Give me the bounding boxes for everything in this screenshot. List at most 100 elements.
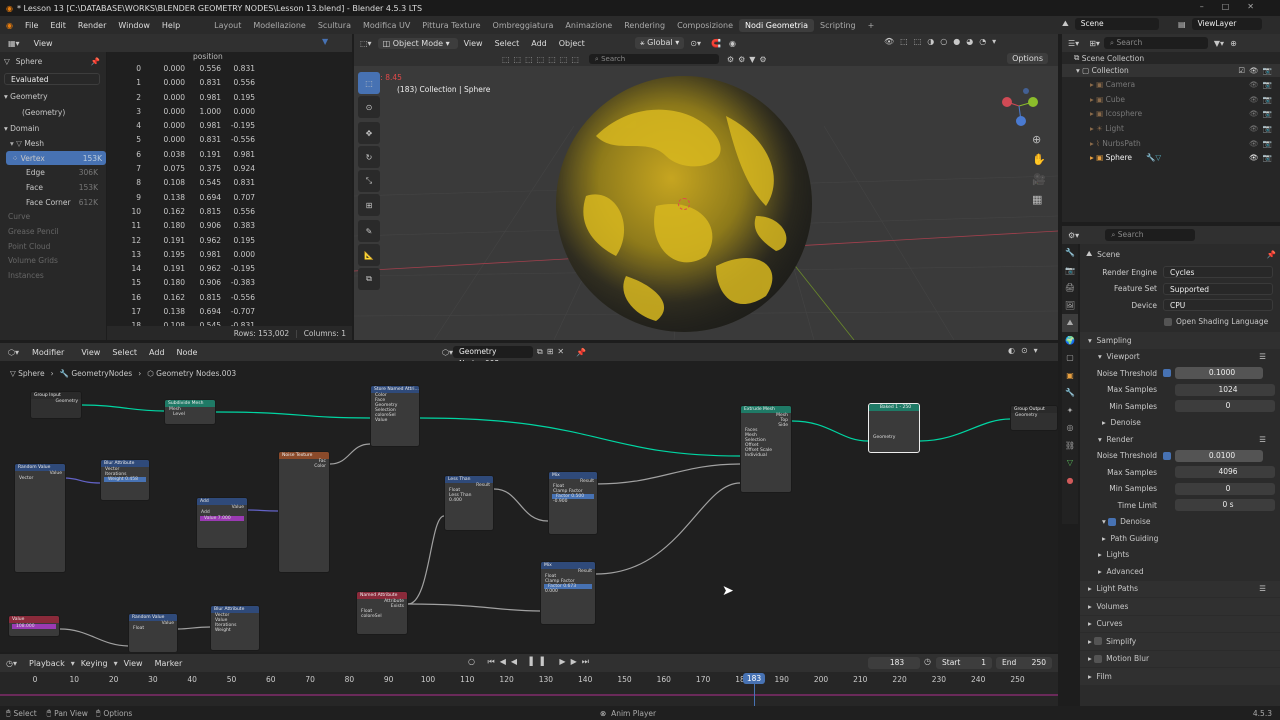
domain-vertex[interactable]: ⁘ Vertex 153K (6, 150, 106, 166)
node-view-menu[interactable]: View (75, 348, 106, 357)
noise-threshold-checkbox[interactable] (1163, 451, 1171, 460)
playback-controls[interactable]: ○ ⏮◀◀ ▌▌ ▶▶⏭ (468, 657, 594, 667)
add-cube-tool-icon[interactable]: ⧉ (358, 268, 380, 290)
viewport-select-menu[interactable]: Select (489, 39, 526, 48)
visibility-icons[interactable]: 👁📷 (1249, 124, 1276, 133)
viewport-view-menu[interactable]: View (458, 39, 489, 48)
viewport-shading-buttons[interactable]: 👁⬚⬚◑○●◕◔▾ (884, 37, 1002, 46)
node-group-input[interactable]: Group Input Geometry (30, 391, 82, 419)
overlay-icons[interactable]: ◐⊙▾ (1008, 346, 1044, 355)
motion-blur-panel[interactable]: ▸ Motion Blur (1080, 650, 1280, 667)
timeline-editor-icon[interactable]: ◷▾ (0, 659, 23, 668)
cursor-tool-icon[interactable]: ⊙ (358, 96, 380, 118)
scene-selector[interactable]: ⛰ Scene (1062, 18, 1159, 30)
node-canvas[interactable]: ▽ Sphere › 🔧 GeometryNodes › ⬡ Geometry No… (0, 361, 1058, 652)
preset-icon[interactable]: ☰ (1259, 435, 1266, 444)
playhead-frame-label[interactable]: 183 (743, 673, 765, 684)
osl-checkbox[interactable]: Open Shading Language (1080, 314, 1280, 331)
time-limit-field[interactable]: 0 s (1175, 499, 1275, 512)
node-noise-texture[interactable]: Noise Texture Fac Color (278, 451, 330, 573)
tab-rendering[interactable]: Rendering (618, 19, 671, 32)
close-circle-icon[interactable]: ⊗ (600, 709, 606, 718)
timeline-view-menu[interactable]: View (118, 659, 149, 668)
viewport-subpanel-header[interactable]: ▾ Viewport ☰ (1080, 349, 1280, 366)
motion-blur-checkbox[interactable] (1094, 654, 1103, 663)
outliner-item-icosphere[interactable]: ▸ ▣ Icosphere 👁📷 (1062, 106, 1280, 121)
node-bake[interactable]: Baked 1 - 250 Geometry (868, 403, 920, 453)
visibility-icons[interactable]: 👁📷 (1249, 80, 1276, 89)
tab-scripting[interactable]: Scripting (814, 19, 862, 32)
spreadsheet-view-menu[interactable]: View (28, 39, 59, 48)
new-collection-icon[interactable]: ⊕ (1230, 39, 1237, 48)
r-denoise-subpanel[interactable]: ▾ Denoise (1080, 514, 1280, 531)
outliner-editor-icon[interactable]: ☰▾ (1062, 39, 1085, 48)
vp-min-samples-field[interactable]: 0 (1175, 400, 1275, 413)
node-add-menu[interactable]: Add (143, 348, 171, 357)
perspective-grid-icon[interactable]: ▦ (1032, 190, 1046, 210)
marker-menu[interactable]: Marker (149, 659, 189, 668)
path-guiding-subpanel[interactable]: ▸ Path Guiding (1080, 530, 1280, 547)
visibility-icons[interactable]: 👁📷 (1249, 153, 1276, 162)
object-mode-dropdown[interactable]: ◫ Object Mode ▾ (377, 37, 458, 49)
pivot-icon[interactable]: ⊙▾ (684, 39, 707, 48)
measure-tool-icon[interactable]: 📐 (358, 244, 380, 266)
node-less-than[interactable]: Less Than Result Float Less Than 0.400 (444, 475, 494, 531)
node-group-output[interactable]: Group Output Geometry (1010, 405, 1058, 431)
tab-geometry-nodes[interactable]: Nodi Geometria (739, 18, 815, 32)
selection-mode-icons[interactable]: ⬚⬚⬚⬚⬚⬚⬚ (354, 55, 583, 64)
r-noise-threshold-field[interactable]: 0.0100 (1175, 449, 1263, 462)
anim-player-status[interactable]: ⊗ Anim Player (600, 709, 656, 718)
tab-modeling[interactable]: Modellazione (247, 19, 311, 32)
node-named-attribute[interactable]: Named Attribute Attribute Exists Float color… (356, 591, 408, 635)
visibility-icons[interactable]: 👁📷 (1249, 109, 1276, 118)
menu-help[interactable]: Help (156, 21, 186, 30)
particles-tab-icon[interactable]: ✦ (1062, 402, 1078, 420)
node-random-value[interactable]: Random Value Value Vector (14, 463, 66, 573)
vp-max-samples-field[interactable]: 1024 (1175, 383, 1275, 396)
volumes-panel[interactable]: ▸ Volumes (1080, 598, 1280, 615)
hand-pan-icon[interactable]: ✋ (1032, 150, 1046, 170)
vp-denoise-subpanel[interactable]: ▸ Denoise (1080, 415, 1280, 432)
outliner-filter-icon[interactable]: ▼▾ (1208, 39, 1230, 48)
physics-tab-icon[interactable]: ◎ (1062, 419, 1078, 437)
geometry-item[interactable]: (Geometry) (0, 103, 106, 121)
menu-window[interactable]: Window (112, 21, 156, 30)
viewport-object-menu[interactable]: Object (553, 39, 591, 48)
viewport-filter-icons[interactable]: ⚙⚙▼⚙ (727, 55, 771, 64)
geometry-section[interactable]: ▾ Geometry (0, 89, 106, 104)
domain-face[interactable]: Face 153K (0, 180, 106, 195)
menu-edit[interactable]: Edit (44, 21, 72, 30)
domain-volume-grids[interactable]: Volume Grids (0, 254, 106, 269)
film-panel[interactable]: ▸ Film (1080, 668, 1280, 685)
tab-texture-paint[interactable]: Pittura Texture (416, 19, 486, 32)
preset-icon[interactable]: ☰ (1259, 584, 1266, 593)
mesh-item[interactable]: ▾ ▽ Mesh (0, 136, 106, 151)
outliner-item-light[interactable]: ▸ ☀ Light 👁📷 (1062, 121, 1280, 136)
proportional-edit-icon[interactable]: ◉ (725, 39, 740, 48)
render-tab-icon[interactable]: 📷 (1062, 262, 1078, 280)
select-box-tool-icon[interactable]: ⬚ (358, 72, 380, 94)
blender-menu-icon[interactable]: ◉ (0, 21, 19, 30)
r-min-samples-field[interactable]: 0 (1175, 482, 1275, 495)
pin-icon[interactable]: 📌 (91, 57, 100, 66)
outliner-item-nurbspath[interactable]: ▸ ⌇ NurbsPath 👁📷 (1062, 136, 1280, 151)
viewport-editor-icon[interactable]: ⬚▾ (354, 39, 378, 48)
curves-panel[interactable]: ▸ Curves (1080, 615, 1280, 632)
node-blur-attribute-2[interactable]: Blur Attribute Vector Value Iterations Weigh… (210, 605, 260, 651)
menu-render[interactable]: Render (72, 21, 112, 30)
pin-icon[interactable]: 📌 (576, 348, 586, 357)
properties-search-input[interactable]: ⌕ Search (1105, 229, 1196, 241)
viewport-add-menu[interactable]: Add (525, 39, 553, 48)
domain-instances[interactable]: Instances (0, 268, 106, 283)
window-controls[interactable]: –□✕ (1200, 2, 1272, 11)
editor-type-icon[interactable]: ▦▾ (0, 39, 28, 48)
node-editor-type-icon[interactable]: ⬡▾ (0, 348, 27, 357)
tab-shading[interactable]: Ombreggiatura (487, 19, 560, 32)
vp-noise-threshold-field[interactable]: 0.1000 (1175, 367, 1263, 380)
tab-layout[interactable]: Layout (208, 19, 247, 32)
tab-compositing[interactable]: Composizione (671, 19, 739, 32)
node-add[interactable]: Add Value Add Value 7.000 (196, 497, 248, 549)
filter-icon[interactable]: ▼ (322, 37, 328, 46)
r-max-samples-field[interactable]: 4096 (1175, 466, 1275, 479)
modifier-type-dropdown[interactable]: Modifier (27, 346, 70, 358)
